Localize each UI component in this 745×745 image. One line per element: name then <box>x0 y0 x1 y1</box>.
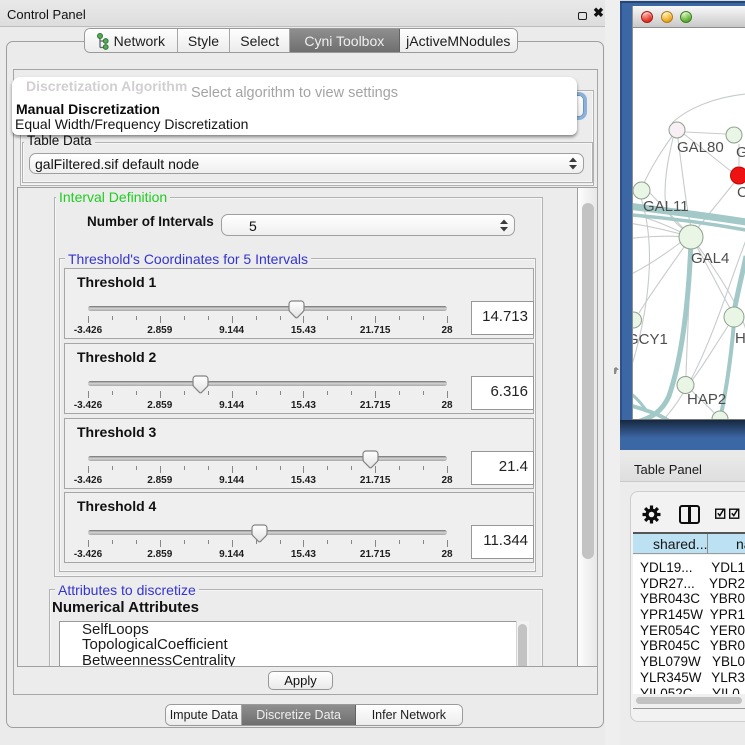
svg-text:GAL4: GAL4 <box>691 250 729 267</box>
svg-text:GAL11: GAL11 <box>643 198 689 215</box>
svg-text:GA: GA <box>736 144 745 161</box>
svg-text:H: H <box>735 330 745 347</box>
svg-text:C: C <box>737 184 745 201</box>
svg-text:GAL80: GAL80 <box>677 139 724 156</box>
svg-text:HAP2: HAP2 <box>687 391 726 408</box>
svg-text:GCY1: GCY1 <box>632 331 668 348</box>
